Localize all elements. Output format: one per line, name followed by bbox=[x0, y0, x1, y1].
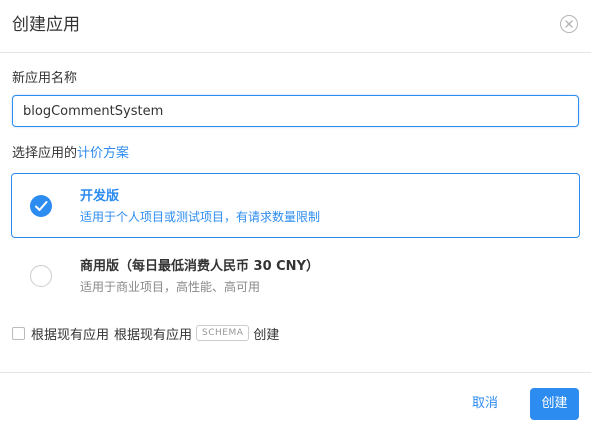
schema-label-part1: 根据现有应用 bbox=[31, 327, 110, 343]
plan-description: 适用于个人项目或测试项目，有请求数量限制 bbox=[80, 210, 321, 224]
close-button[interactable] bbox=[560, 15, 578, 33]
checkmark-icon bbox=[35, 201, 48, 211]
schema-label-part3: 创建 bbox=[253, 327, 280, 343]
cancel-button[interactable]: 取消 bbox=[472, 395, 498, 413]
plan-name: 开发版 bbox=[80, 189, 120, 204]
dialog-title: 创建应用 bbox=[12, 15, 80, 35]
dialog-header: 创建应用 bbox=[0, 0, 591, 53]
plan-radio-checked[interactable] bbox=[30, 195, 52, 217]
plan-option-commercial[interactable]: 商用版（每日最低消费人民币 30 CNY） 适用于商业项目，高性能、高可用 bbox=[11, 243, 580, 308]
create-app-dialog: 创建应用 新应用名称 选择应用的计价方案 开发版 适用于个人项目或测试项目，有请… bbox=[0, 0, 591, 430]
app-name-label: 新应用名称 bbox=[12, 71, 78, 86]
plan-name: 商用版（每日最低消费人民币 30 CNY） bbox=[80, 259, 319, 274]
plan-description: 适用于商业项目，高性能、高可用 bbox=[80, 280, 261, 294]
plan-radio-unchecked[interactable] bbox=[30, 265, 52, 287]
app-name-input[interactable] bbox=[12, 95, 579, 127]
pricing-plan-link[interactable]: 计价方案 bbox=[77, 146, 129, 161]
create-button[interactable]: 创建 bbox=[530, 388, 579, 420]
schema-checkbox[interactable] bbox=[12, 326, 25, 340]
schema-tag: SCHEMA bbox=[196, 325, 250, 341]
plan-heading: 选择应用的计价方案 bbox=[12, 145, 129, 163]
plan-option-dev[interactable]: 开发版 适用于个人项目或测试项目，有请求数量限制 bbox=[11, 173, 580, 238]
dialog-footer: 取消 创建 bbox=[0, 372, 591, 430]
schema-label-part2: 根据现有应用 bbox=[114, 327, 193, 343]
close-icon bbox=[565, 20, 573, 28]
schema-option-row: 根据现有应用 根据现有应用 SCHEMA 创建 bbox=[12, 324, 280, 343]
plan-heading-text: 选择应用的 bbox=[12, 146, 78, 161]
